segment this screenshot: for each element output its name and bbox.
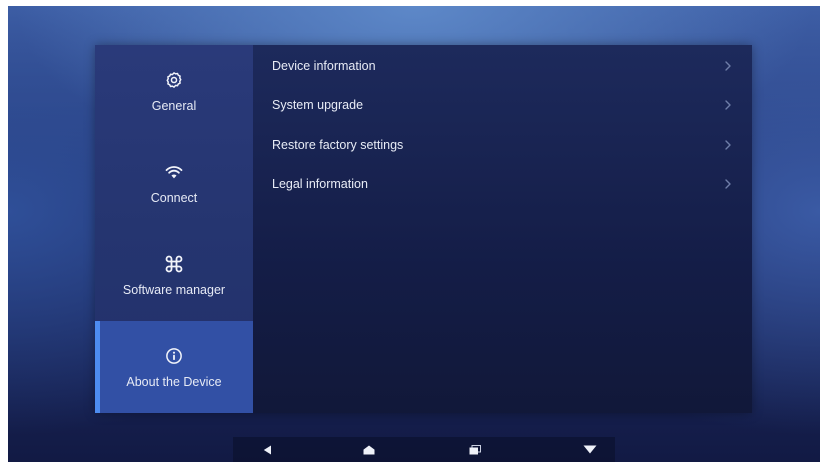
menu-item-legal-information[interactable]: Legal information — [253, 164, 752, 204]
menu-item-restore-factory-settings[interactable]: Restore factory settings — [253, 125, 752, 165]
sidebar-item-software-manager[interactable]: Software manager — [95, 229, 253, 321]
sidebar-item-label: General — [151, 98, 197, 113]
settings-panel: General Connect Software manager About t… — [95, 45, 752, 413]
chevron-right-icon — [725, 61, 731, 71]
menu-item-label: Device information — [272, 59, 376, 73]
recents-icon — [469, 444, 481, 454]
dropdown-icon — [583, 445, 597, 454]
chevron-right-icon — [725, 100, 731, 110]
back-icon — [263, 445, 271, 454]
back-button[interactable] — [247, 437, 287, 462]
chevron-right-icon — [725, 179, 731, 189]
sidebar-item-label: About the Device — [126, 374, 222, 389]
command-icon — [164, 254, 184, 274]
menu-item-label: Restore factory settings — [272, 138, 404, 152]
menu-item-label: Legal information — [272, 177, 368, 191]
dropdown-button[interactable] — [570, 437, 610, 462]
tv-screen: General Connect Software manager About t… — [8, 6, 820, 462]
wifi-icon — [164, 162, 184, 182]
chevron-right-icon — [725, 140, 731, 150]
info-icon — [164, 346, 184, 366]
sidebar-item-label: Software manager — [122, 282, 226, 297]
gear-icon — [164, 70, 184, 90]
menu-item-device-information[interactable]: Device information — [253, 46, 752, 86]
sidebar-item-about-the-device[interactable]: About the Device — [95, 321, 253, 413]
home-button[interactable] — [349, 437, 389, 462]
settings-sidebar: General Connect Software manager About t… — [95, 45, 253, 413]
sidebar-item-general[interactable]: General — [95, 45, 253, 137]
menu-item-system-upgrade[interactable]: System upgrade — [253, 85, 752, 125]
sidebar-item-connect[interactable]: Connect — [95, 137, 253, 229]
system-navigation-bar — [233, 437, 615, 462]
home-icon — [363, 445, 375, 454]
recents-button[interactable] — [455, 437, 495, 462]
about-device-menu: Device information System upgrade Restor… — [253, 45, 752, 413]
sidebar-item-label: Connect — [150, 190, 198, 205]
menu-item-label: System upgrade — [272, 98, 364, 112]
